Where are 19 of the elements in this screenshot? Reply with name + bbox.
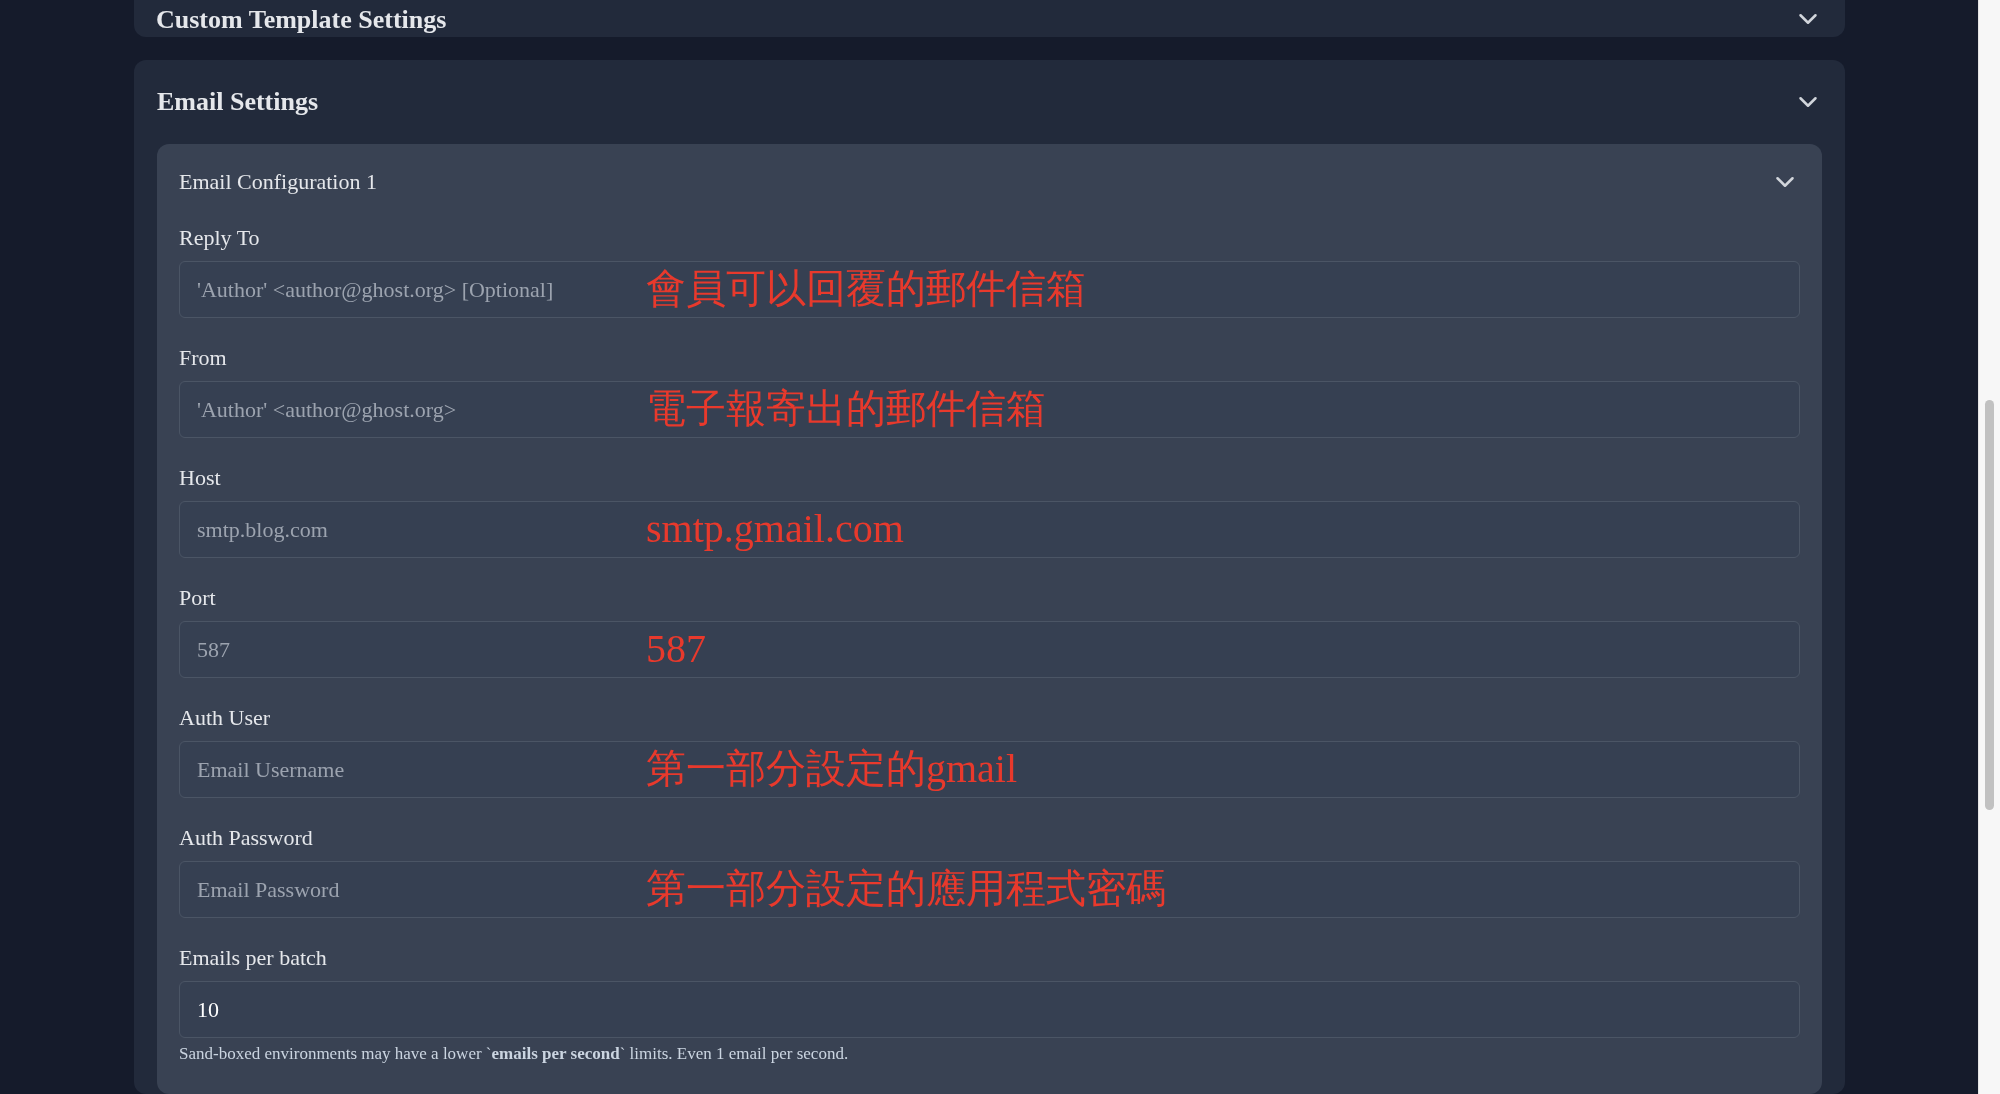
- scrollbar-thumb[interactable]: [1985, 400, 1994, 810]
- annotation: 587: [646, 625, 706, 673]
- annotation: 第一部分設定的應用程式密碼: [646, 865, 1166, 913]
- annotation: 會員可以回覆的郵件信箱: [646, 265, 1086, 313]
- field-label: Auth Password: [179, 824, 314, 852]
- field-label: Host: [179, 464, 222, 492]
- annotation: 第一部分設定的gmail: [646, 745, 1018, 793]
- annotation: smtp.gmail.com: [646, 505, 904, 553]
- section-title: Email Settings: [157, 86, 319, 118]
- field-label: Port: [179, 584, 217, 612]
- field-label: From: [179, 344, 228, 372]
- section-title: Custom Template Settings: [156, 4, 447, 36]
- annotation: 電子報寄出的郵件信箱: [646, 385, 1046, 433]
- field-label: Auth User: [179, 704, 272, 732]
- input-field[interactable]: 10: [179, 981, 1800, 1038]
- config-title: Email Configuration 1: [179, 168, 377, 196]
- field-label: Emails per batch: [179, 944, 328, 972]
- field-hint: Sand-boxed environments may have a lower `emails per second` limits. Even 1 email per second.: [179, 1044, 850, 1064]
- field-label: Reply To: [179, 224, 261, 252]
